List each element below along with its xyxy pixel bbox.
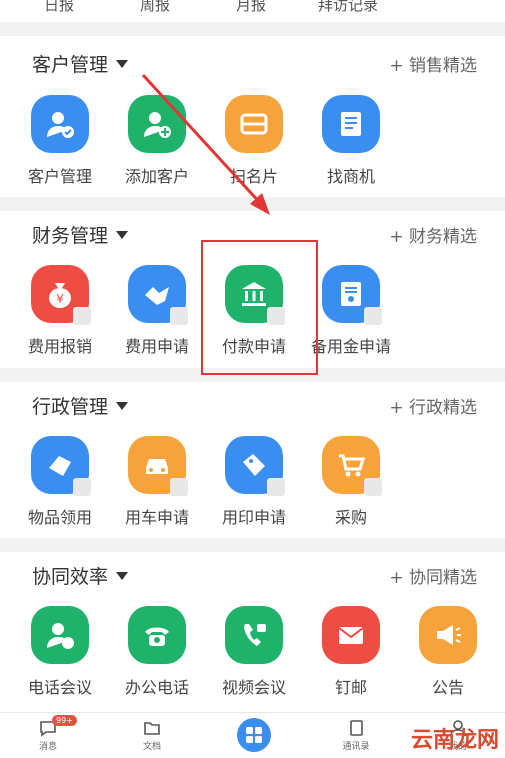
unread-badge: 99+ xyxy=(52,715,77,726)
watermark: 云南龙网 xyxy=(410,728,499,753)
contacts-icon xyxy=(326,717,386,739)
tab-label: 消息 xyxy=(38,742,57,752)
annotation-highlight-box xyxy=(201,240,318,375)
bottom-nav: 99+ 消息 文档 通讯录 我的 云南龙网 xyxy=(0,712,505,758)
tab-messages[interactable]: 99+ 消息 xyxy=(18,715,78,752)
tab-documents[interactable]: 文档 xyxy=(122,717,182,752)
tab-label: 文档 xyxy=(142,742,161,752)
annotation-arrow xyxy=(141,73,270,215)
apps-grid-icon[interactable] xyxy=(237,718,271,752)
tab-label: 通讯录 xyxy=(342,742,370,752)
tab-contacts[interactable]: 通讯录 xyxy=(326,717,386,752)
folder-icon xyxy=(122,717,182,739)
